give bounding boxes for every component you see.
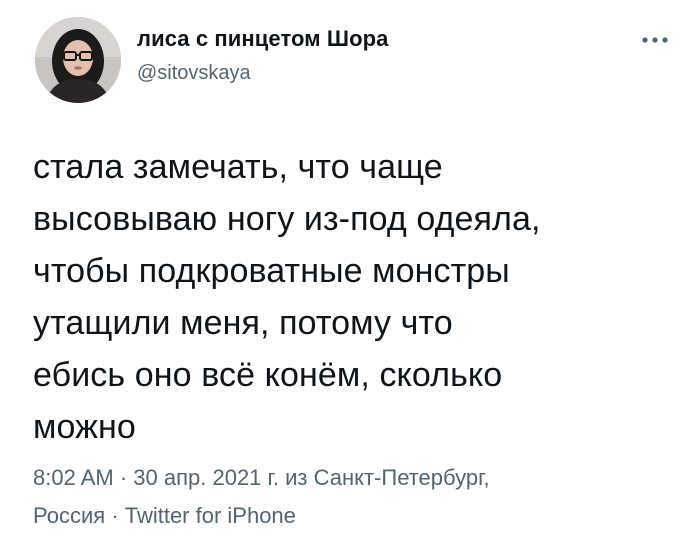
tweet-text: стала замечать, что чаще высовываю ногу … bbox=[33, 141, 683, 453]
metadata-line-1: 8:02 AM · 30 апр. 2021 г. из Санкт-Петер… bbox=[33, 459, 683, 497]
avatar[interactable] bbox=[35, 17, 121, 103]
tweet-date-link[interactable]: 30 апр. 2021 г. bbox=[133, 465, 279, 490]
metadata-line-2: Россия · Twitter for iPhone bbox=[33, 497, 683, 535]
more-options-button[interactable] bbox=[640, 33, 670, 47]
tweet-text-line: стала замечать, что чаще bbox=[33, 148, 443, 186]
source-app-link[interactable]: Twitter for iPhone bbox=[125, 503, 296, 528]
tweet-time-link[interactable]: 8:02 AM bbox=[33, 465, 114, 490]
author-handle[interactable]: @sitovskaya bbox=[137, 62, 251, 85]
separator-dot: · bbox=[113, 465, 134, 490]
tweet-text-line: высовываю ногу из-под одеяла, bbox=[33, 200, 541, 238]
author-display-name[interactable]: лиса с пинцетом Шора bbox=[137, 26, 389, 52]
tweet-text-line: чтобы подкроватные монстры bbox=[33, 252, 510, 290]
tweet-text-line: можно bbox=[33, 408, 136, 446]
location-link-cont[interactable]: Россия bbox=[33, 503, 105, 528]
more-horizontal-icon bbox=[642, 37, 668, 43]
tweet-card: лиса с пинцетом Шора @sitovskaya стала з… bbox=[0, 0, 700, 545]
from-label: из bbox=[278, 465, 314, 490]
tweet-metadata: 8:02 AM · 30 апр. 2021 г. из Санкт-Петер… bbox=[33, 459, 683, 535]
tweet-text-line: утащили меня, потому что bbox=[33, 304, 453, 342]
avatar-photo-icon bbox=[35, 17, 121, 103]
separator-dot: · bbox=[105, 503, 125, 528]
location-link[interactable]: Санкт-Петербург, bbox=[314, 465, 490, 490]
tweet-text-line: ебись оно всё конём, сколько bbox=[33, 356, 503, 394]
